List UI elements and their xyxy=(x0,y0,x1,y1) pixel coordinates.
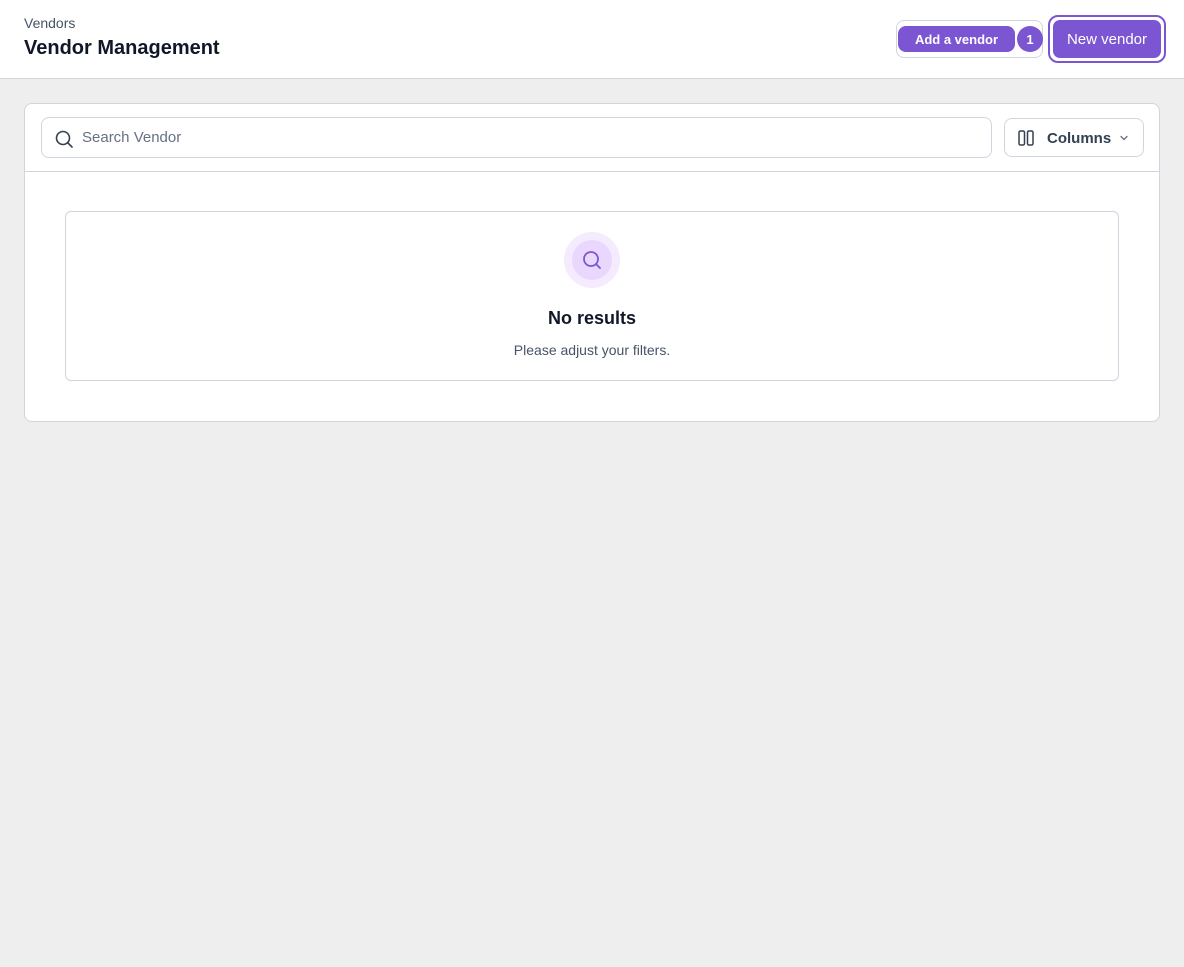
columns-button[interactable]: Columns xyxy=(1004,118,1144,157)
table-toolbar: Columns xyxy=(25,104,1159,172)
empty-state: No results Please adjust your filters. xyxy=(65,211,1119,381)
add-vendor-guide-button[interactable]: Add a vendor xyxy=(898,26,1015,52)
new-vendor-button[interactable]: New vendor xyxy=(1053,20,1161,58)
vendor-table-card: Columns No results Please adjust your fi… xyxy=(24,103,1160,422)
empty-state-subtitle: Please adjust your filters. xyxy=(513,342,671,358)
columns-label: Columns xyxy=(1047,130,1112,147)
empty-state-title: No results xyxy=(547,308,637,328)
empty-state-icon-ring xyxy=(564,232,620,288)
page-title: Vendor Management xyxy=(24,37,220,59)
chevron-down-icon xyxy=(1120,135,1128,141)
guide-count-badge: 1 xyxy=(1017,26,1043,52)
add-vendor-guide-chip[interactable]: Add a vendor 1 xyxy=(896,20,1043,58)
columns-icon xyxy=(1018,130,1034,146)
search-input[interactable] xyxy=(82,118,982,157)
top-bar: Vendors Vendor Management Add a vendor 1… xyxy=(0,0,1184,79)
search-box[interactable] xyxy=(41,117,992,158)
breadcrumb[interactable]: Vendors xyxy=(24,15,75,31)
search-icon xyxy=(55,130,73,148)
search-icon xyxy=(583,251,601,269)
